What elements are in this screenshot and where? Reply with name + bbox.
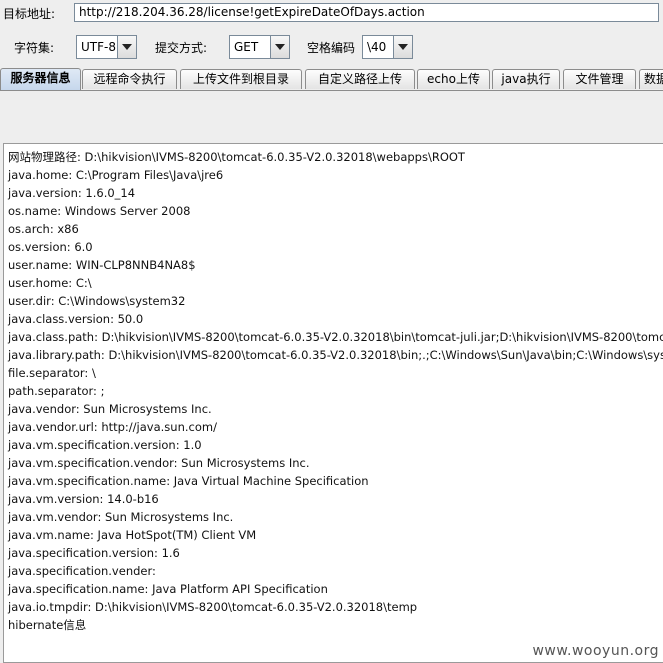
tab-java-exec[interactable]: java执行 (492, 69, 560, 89)
output-text-area[interactable]: 网站物理路径: D:\hikvision\IVMS-8200\tomcat-6.… (3, 143, 663, 663)
output-line: java.vm.specification.vendor: Sun Micros… (8, 456, 310, 470)
target-url-input[interactable]: http://218.204.36.28/license!getExpireDa… (74, 3, 659, 22)
method-dropdown-button[interactable] (270, 36, 289, 58)
output-line: java.vendor.url: http://java.sun.com/ (8, 420, 217, 434)
space-encoding-dropdown-button[interactable] (393, 36, 412, 58)
output-line: java.vm.specification.version: 1.0 (8, 438, 202, 452)
output-line: java.library.path: D:\hikvision\IVMS-820… (8, 348, 663, 362)
charset-label: 字符集: (14, 40, 55, 55)
tab-echo-upload[interactable]: echo上传 (417, 69, 490, 89)
output-line: java.io.tmpdir: D:\hikvision\IVMS-8200\t… (8, 600, 418, 614)
output-line: java.vm.specification.name: Java Virtual… (8, 474, 369, 488)
output-line: java.vm.vendor: Sun Microsystems Inc. (8, 510, 234, 524)
output-line: java.home: C:\Program Files\Java\jre6 (8, 168, 224, 182)
output-line: java.vm.version: 14.0-b16 (8, 492, 159, 506)
output-line: hibernate信息 (8, 618, 87, 632)
charset-select[interactable]: UTF-8 (76, 35, 137, 59)
space-encoding-label: 空格编码 (307, 40, 356, 55)
output-line: java.vm.name: Java HotSpot(TM) Client VM (8, 528, 257, 542)
charset-value: UTF-8 (81, 40, 116, 54)
tab-data[interactable]: 数据 (639, 69, 663, 89)
target-url-label: 目标地址: (3, 6, 56, 21)
space-encoding-select[interactable]: \40 (362, 35, 413, 59)
output-line: user.dir: C:\Windows\system32 (8, 294, 186, 308)
output-line: user.home: C:\ (8, 276, 92, 290)
chevron-down-icon (398, 44, 408, 50)
output-line: java.specification.vender: (8, 564, 156, 578)
chevron-down-icon (122, 44, 132, 50)
tab-bar: 服务器信息 远程命令执行 上传文件到根目录 自定义路径上传 echo上传 jav… (0, 68, 663, 91)
output-line: java.class.path: D:\hikvision\IVMS-8200\… (8, 330, 663, 344)
tab-custom-path-upload[interactable]: 自定义路径上传 (305, 69, 415, 89)
tab-remote-command[interactable]: 远程命令执行 (82, 69, 177, 89)
charset-dropdown-button[interactable] (117, 36, 136, 58)
output-line: path.separator: ; (8, 384, 105, 398)
tab-file-manager[interactable]: 文件管理 (563, 69, 636, 89)
output-line: java.specification.version: 1.6 (8, 546, 180, 560)
output-line: java.vendor: Sun Microsystems Inc. (8, 402, 212, 416)
chevron-down-icon (275, 44, 285, 50)
output-line: file.separator: \ (8, 366, 96, 380)
method-label: 提交方式: (155, 40, 208, 55)
method-value: GET (234, 40, 259, 54)
tab-server-info[interactable]: 服务器信息 (0, 68, 81, 90)
output-line: os.arch: x86 (8, 222, 79, 236)
output-line: 网站物理路径: D:\hikvision\IVMS-8200\tomcat-6.… (8, 150, 465, 164)
output-line: java.class.version: 50.0 (8, 312, 144, 326)
watermark: www.wooyun.org (532, 643, 659, 659)
output-line: java.version: 1.6.0_14 (8, 186, 136, 200)
output-line: user.name: WIN-CLP8NNB4NA8$ (8, 258, 196, 272)
tab-upload-root[interactable]: 上传文件到根目录 (180, 69, 302, 89)
output-line: java.specification.name: Java Platform A… (8, 582, 328, 596)
output-line: os.version: 6.0 (8, 240, 93, 254)
method-select[interactable]: GET (229, 35, 290, 59)
output-line: os.name: Windows Server 2008 (8, 204, 191, 218)
space-encoding-value: \40 (367, 40, 387, 54)
